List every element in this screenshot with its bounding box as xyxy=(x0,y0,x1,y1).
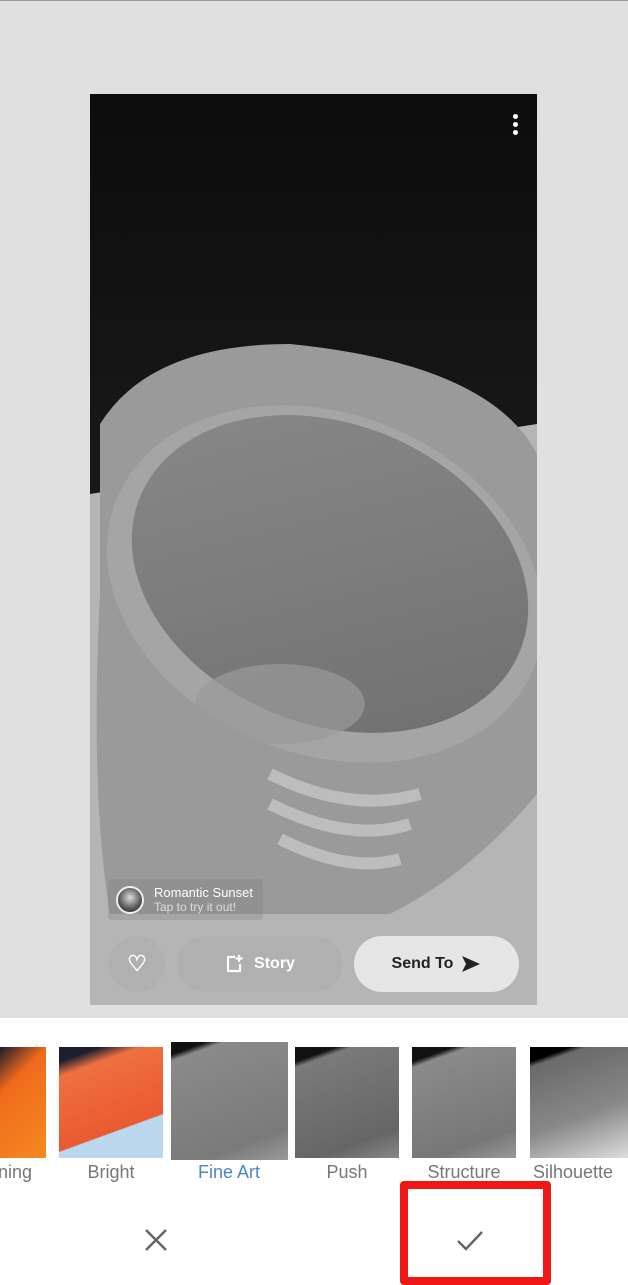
heart-icon: ♡ xyxy=(127,951,147,976)
add-story-icon xyxy=(226,955,243,973)
lens-subtitle: Tap to try it out! xyxy=(154,900,237,914)
send-arrow-icon xyxy=(462,956,481,972)
cancel-button[interactable] xyxy=(136,1220,176,1260)
send-label: Send To xyxy=(391,955,454,972)
close-icon xyxy=(145,1229,167,1251)
filter-label[interactable]: Push xyxy=(287,1162,407,1183)
filter-thumb-push[interactable] xyxy=(295,1047,399,1158)
send-to-button[interactable]: Send To xyxy=(354,936,519,992)
favorite-button[interactable]: ♡ xyxy=(109,936,165,992)
lens-title: Romantic Sunset xyxy=(154,885,253,900)
story-button[interactable]: Story xyxy=(177,936,342,992)
filter-thumb-bright[interactable] xyxy=(59,1047,163,1158)
filter-label[interactable]: Silhouette xyxy=(533,1162,628,1183)
lens-suggestion[interactable]: Romantic Sunset Tap to try it out! xyxy=(108,879,263,920)
filter-label[interactable]: ning xyxy=(0,1162,32,1183)
filter-label[interactable]: Structure xyxy=(404,1162,524,1183)
snap-preview-image: Romantic Sunset Tap to try it out! ♡ Sto… xyxy=(90,94,537,1005)
story-label: Story xyxy=(254,955,295,972)
highlight-box xyxy=(400,1181,551,1285)
preview-area: Romantic Sunset Tap to try it out! ♡ Sto… xyxy=(0,0,628,1018)
lens-avatar xyxy=(116,885,144,914)
filter-thumb-structure[interactable] xyxy=(412,1047,516,1158)
cup-photo xyxy=(90,94,537,1005)
filter-label[interactable]: Bright xyxy=(51,1162,171,1183)
filter-thumb-fine-art[interactable] xyxy=(171,1042,288,1160)
filter-label-selected[interactable]: Fine Art xyxy=(169,1162,289,1183)
filter-thumb-0[interactable] xyxy=(0,1047,46,1158)
filter-thumb-silhouette[interactable] xyxy=(530,1047,628,1158)
more-options-button[interactable] xyxy=(513,114,519,135)
